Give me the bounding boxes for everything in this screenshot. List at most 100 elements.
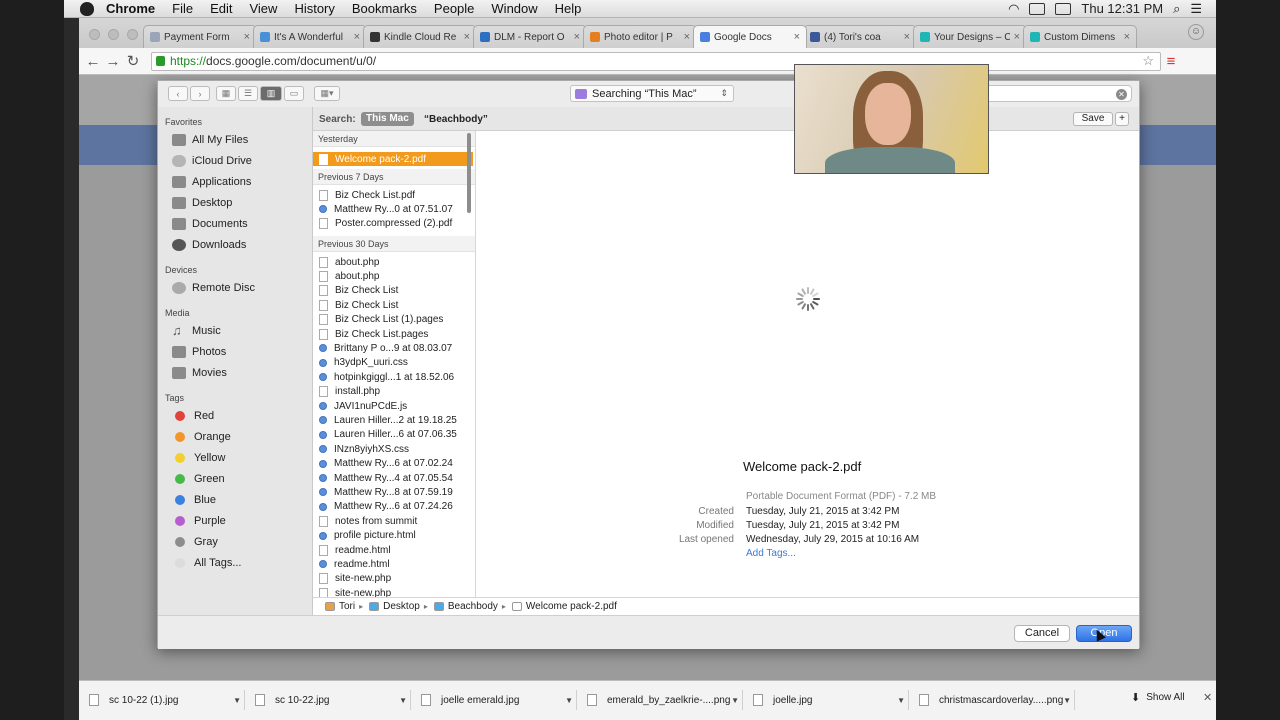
clear-search-icon[interactable]: ✕ [1116, 89, 1127, 100]
file-row[interactable]: Lauren Hiller...2 at 19.18.25 [313, 413, 473, 427]
download-item[interactable]: christmascardoverlay.....png ▼ [915, 690, 1075, 710]
sidebar-tag-item[interactable]: Orange [172, 431, 231, 443]
sidebar-item-movies[interactable]: Movies [172, 367, 227, 379]
sidebar-item-music[interactable]: ♫ Music [172, 324, 221, 337]
sidebar-tag-item[interactable]: Gray [172, 536, 218, 548]
sidebar-tag-item[interactable]: Green [172, 473, 225, 485]
file-row[interactable]: hotpinkgiggl...1 at 18.52.06 [313, 370, 473, 384]
file-row[interactable]: Biz Check List (1).pages [313, 313, 473, 327]
sidebar-item-downloads[interactable]: Downloads [172, 239, 246, 251]
sidebar-item-icloud-drive[interactable]: iCloud Drive [172, 155, 252, 167]
file-row[interactable]: readme.html [313, 543, 473, 557]
add-criteria-button[interactable]: + [1115, 112, 1129, 126]
browser-tab[interactable]: Photo editor | P × [583, 25, 697, 48]
list-view-icon[interactable]: ☰ [238, 86, 258, 101]
scope-this-mac-button[interactable]: This Mac [361, 112, 414, 126]
add-tags-link[interactable]: Add Tags... [746, 548, 796, 559]
sidebar-tag-item[interactable]: Purple [172, 515, 226, 527]
sidebar-item-remote-disc[interactable]: Remote Disc [172, 282, 255, 294]
file-list-scrollbar[interactable] [467, 133, 471, 213]
file-row[interactable]: about.php [313, 269, 473, 283]
tab-close-icon[interactable]: × [244, 31, 250, 43]
file-row[interactable]: Matthew Ry...4 at 07.05.54 [313, 471, 473, 485]
file-row[interactable]: Biz Check List.pdf [313, 188, 473, 202]
download-menu-caret-icon[interactable]: ▼ [897, 696, 905, 705]
menu-window[interactable]: Window [491, 1, 537, 16]
icon-view-icon[interactable]: ▦ [216, 86, 236, 101]
profile-icon[interactable]: ☺ [1188, 24, 1204, 40]
sidebar-tag-item[interactable]: All Tags... [172, 557, 242, 569]
sidebar-item-applications[interactable]: Applications [172, 176, 251, 188]
reload-button[interactable]: ↻ [123, 52, 143, 70]
browser-tab[interactable]: (4) Tori's coa × [803, 25, 917, 48]
download-item[interactable]: joelle emerald.jpg ▼ [417, 690, 577, 710]
file-row[interactable]: install.php [313, 385, 473, 399]
file-row[interactable]: readme.html [313, 557, 473, 571]
location-popup[interactable]: Searching “This Mac” ⇕ [570, 85, 734, 102]
battery-icon[interactable] [1055, 2, 1072, 15]
tab-close-icon[interactable]: × [904, 31, 910, 43]
chrome-menu-icon[interactable]: ≡ [1161, 53, 1181, 70]
close-window-button[interactable] [89, 29, 100, 40]
download-menu-caret-icon[interactable]: ▼ [565, 696, 573, 705]
menu-edit[interactable]: Edit [210, 1, 232, 16]
browser-tab[interactable]: Kindle Cloud Re × [363, 25, 477, 48]
tab-close-icon[interactable]: × [354, 31, 360, 43]
minimize-window-button[interactable] [108, 29, 119, 40]
file-row[interactable]: Brittany P o...9 at 08.03.07 [313, 341, 473, 355]
browser-tab[interactable]: Payment Form × [143, 25, 257, 48]
wifi-icon[interactable]: ◠ [1008, 1, 1019, 17]
path-segment[interactable]: Welcome pack-2.pdf [526, 601, 617, 612]
download-menu-caret-icon[interactable]: ▼ [1063, 696, 1071, 705]
arrange-menu-icon[interactable]: ▦▾ [314, 86, 340, 101]
file-row[interactable]: Matthew Ry...0 at 07.51.07 [313, 202, 473, 216]
file-row[interactable]: about.php [313, 255, 473, 269]
file-row[interactable]: Biz Check List.pages [313, 327, 473, 341]
download-item[interactable]: sc 10-22 (1).jpg ▼ [85, 690, 245, 710]
file-row[interactable]: site-new.php [313, 586, 473, 597]
sidebar-tag-item[interactable]: Red [172, 410, 214, 422]
address-bar[interactable]: https:// docs.google.com/document/u/0/ ☆ [151, 51, 1161, 71]
file-row[interactable]: INzn8yiyhXS.css [313, 442, 473, 456]
download-menu-caret-icon[interactable]: ▼ [731, 696, 739, 705]
apple-menu-icon[interactable] [80, 1, 94, 16]
column-view-icon[interactable]: ▥ [260, 86, 282, 101]
menu-chrome[interactable]: Chrome [106, 1, 155, 16]
search-field[interactable]: ✕ [986, 85, 1132, 102]
menu-bookmarks[interactable]: Bookmarks [352, 1, 417, 16]
save-search-button[interactable]: Save [1073, 112, 1113, 126]
search-term[interactable]: “Beachbody” [424, 114, 488, 125]
download-item[interactable]: emerald_by_zaelkrie-....png ▼ [583, 690, 743, 710]
spotlight-search-icon[interactable]: ⌕ [1173, 1, 1180, 17]
sidebar-item-documents[interactable]: Documents [172, 218, 248, 230]
browser-tab[interactable]: It's A Wonderful × [253, 25, 367, 48]
path-segment[interactable]: Beachbody [448, 601, 498, 612]
file-row[interactable]: Matthew Ry...8 at 07.59.19 [313, 485, 473, 499]
zoom-window-button[interactable] [127, 29, 138, 40]
file-row[interactable]: Poster.compressed (2).pdf [313, 217, 473, 231]
back-nav-button[interactable]: ‹ [168, 86, 188, 101]
download-menu-caret-icon[interactable]: ▼ [399, 696, 407, 705]
tab-close-icon[interactable]: × [794, 31, 800, 43]
sidebar-item-desktop[interactable]: Desktop [172, 197, 232, 209]
download-item[interactable]: sc 10-22.jpg ▼ [251, 690, 411, 710]
file-row[interactable]: site-new.php [313, 572, 473, 586]
file-row[interactable]: profile picture.html [313, 529, 473, 543]
tab-close-icon[interactable]: × [1124, 31, 1130, 43]
forward-button[interactable]: → [103, 53, 123, 70]
browser-tab[interactable]: DLM - Report O × [473, 25, 587, 48]
sidebar-tag-item[interactable]: Yellow [172, 452, 225, 464]
menu-help[interactable]: Help [555, 1, 582, 16]
menu-people[interactable]: People [434, 1, 474, 16]
sidebar-item-all-my-files[interactable]: All My Files [172, 134, 248, 146]
file-row[interactable]: JAVI1nuPCdE.js [313, 399, 473, 413]
download-item[interactable]: joelle.jpg ▼ [749, 690, 909, 710]
browser-tab[interactable]: Google Docs × [693, 25, 807, 48]
notification-center-icon[interactable]: ☰ [1190, 1, 1202, 17]
menu-file[interactable]: File [172, 1, 193, 16]
close-downloads-shelf-icon[interactable]: ✕ [1203, 691, 1212, 704]
bookmark-star-icon[interactable]: ☆ [1142, 53, 1154, 69]
tab-close-icon[interactable]: × [464, 31, 470, 43]
sidebar-item-photos[interactable]: Photos [172, 346, 226, 358]
tab-close-icon[interactable]: × [1014, 31, 1020, 43]
